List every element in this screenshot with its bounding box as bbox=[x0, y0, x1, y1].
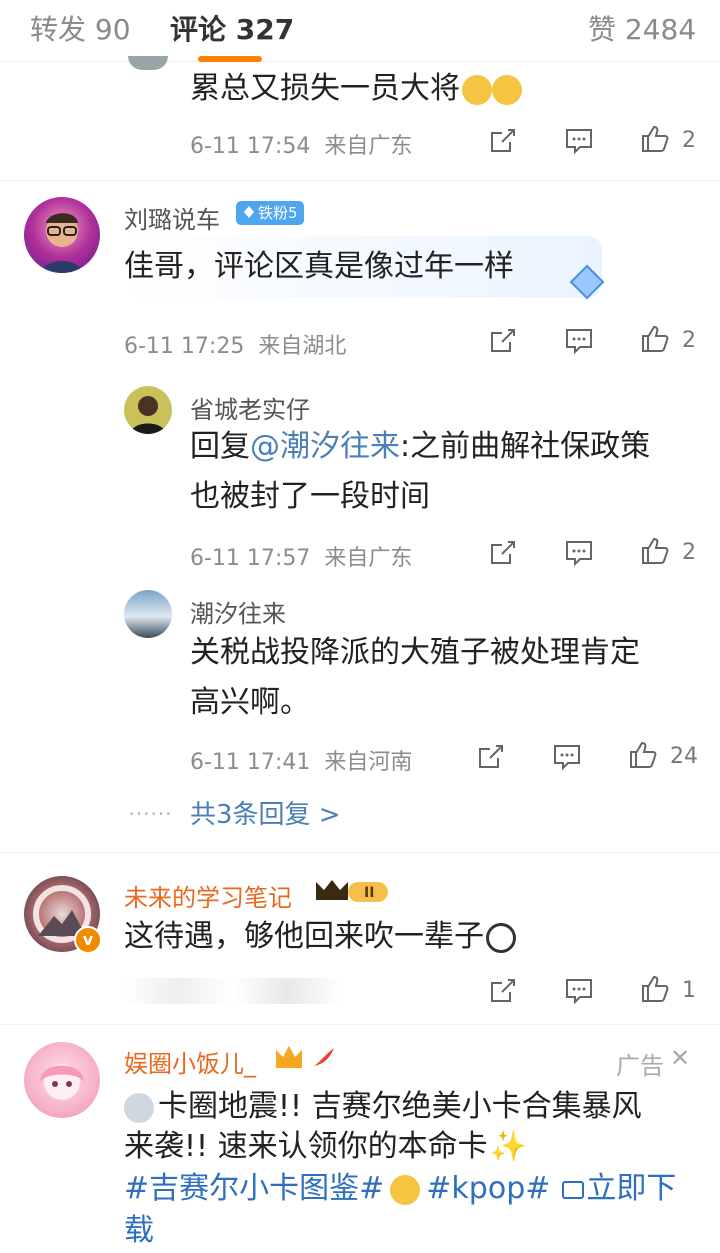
avatar[interactable] bbox=[24, 1042, 100, 1118]
more-replies-link[interactable]: 共3条回复 > bbox=[190, 794, 341, 831]
like-count: 1 bbox=[682, 978, 696, 1003]
username[interactable]: 娱圈小饭儿_ bbox=[124, 1044, 256, 1079]
tab-comments[interactable]: 评论 327 bbox=[170, 8, 294, 48]
comment-icon[interactable] bbox=[564, 976, 594, 1006]
download-icon bbox=[562, 1180, 585, 1199]
share-icon[interactable] bbox=[488, 126, 518, 156]
share-icon[interactable] bbox=[488, 976, 518, 1006]
tab-likes[interactable]: 赞 2484 bbox=[588, 8, 696, 48]
username[interactable]: 刘璐说车 bbox=[124, 200, 220, 235]
user-avatar-illustration-icon bbox=[42, 213, 82, 273]
diamond-sticker-icon bbox=[569, 264, 605, 300]
reply-meta: 6-11 17:57 来自广东 bbox=[190, 546, 413, 571]
share-icon[interactable] bbox=[488, 538, 518, 568]
like-count: 2 bbox=[682, 540, 696, 565]
avatar[interactable] bbox=[124, 590, 172, 638]
username[interactable]: 潮汐往来 bbox=[190, 594, 286, 629]
like-icon[interactable] bbox=[640, 974, 670, 1004]
download-link-line2[interactable]: 载 bbox=[124, 1206, 154, 1253]
username[interactable]: 未来的学习笔记 bbox=[124, 878, 292, 913]
comment-icon[interactable] bbox=[564, 538, 594, 568]
active-tab-indicator bbox=[198, 56, 262, 62]
crying-emoji-icon bbox=[462, 74, 492, 105]
heart-eyes-emoji-icon bbox=[390, 1174, 421, 1205]
comment-icon[interactable] bbox=[564, 326, 594, 356]
like-icon[interactable] bbox=[640, 124, 670, 154]
user-avatar-photo-icon bbox=[130, 396, 166, 434]
comment-meta: 6-11 17:25 来自湖北 bbox=[124, 334, 347, 359]
anime-girl-avatar-icon bbox=[40, 1064, 84, 1100]
avatar[interactable] bbox=[24, 197, 100, 273]
avatar[interactable] bbox=[124, 386, 172, 434]
username[interactable]: 省城老实仔 bbox=[190, 390, 310, 425]
verified-badge-icon: v bbox=[74, 926, 102, 954]
hashtag-link[interactable]: #kpop# bbox=[426, 1171, 550, 1206]
reply-text: 回复@潮汐往来:之前曲解社保政策 bbox=[190, 429, 651, 464]
comment-text: 这待遇，够他回来吹一辈子 bbox=[124, 912, 516, 962]
like-count: 24 bbox=[670, 744, 698, 769]
like-count: 2 bbox=[682, 128, 696, 153]
share-icon[interactable] bbox=[488, 326, 518, 356]
blurred-meta bbox=[124, 978, 342, 1004]
comment-icon[interactable] bbox=[552, 742, 582, 772]
crying-emoji-icon bbox=[492, 74, 522, 105]
ad-tags: #吉赛尔小卡图鉴# #kpop# 立即下 bbox=[124, 1164, 676, 1214]
svg-text:II: II bbox=[364, 885, 374, 901]
like-icon[interactable] bbox=[640, 324, 670, 354]
comment-text: 佳哥，评论区真是像过年一样 bbox=[124, 249, 514, 284]
diamond-icon bbox=[244, 206, 254, 218]
vip-crown-icon bbox=[276, 1046, 334, 1068]
reply-meta: 6-11 17:41 来自河南 bbox=[190, 750, 413, 775]
comment-icon[interactable] bbox=[564, 126, 594, 156]
divider bbox=[0, 180, 720, 181]
vip-crown-badge-icon: II bbox=[316, 880, 388, 902]
divider bbox=[0, 852, 720, 853]
more-dots: …… bbox=[128, 796, 172, 821]
hashtag-link[interactable]: #吉赛尔小卡图鉴# bbox=[124, 1171, 384, 1206]
close-ad-icon[interactable]: ✕ bbox=[670, 1044, 690, 1072]
panda-emoji-icon bbox=[486, 922, 516, 953]
like-icon[interactable] bbox=[640, 536, 670, 566]
reply-text-line2: 高兴啊。 bbox=[190, 685, 310, 720]
download-link[interactable]: 立即下 bbox=[562, 1171, 676, 1206]
reply-text: 关税战投降派的大殖子被处理肯定 bbox=[190, 635, 640, 670]
tornado-icon bbox=[124, 1092, 154, 1123]
reply-text-line2: 也被封了一段时间 bbox=[190, 479, 430, 514]
divider bbox=[0, 1024, 720, 1025]
ad-label: 广告 bbox=[616, 1052, 664, 1080]
like-count: 2 bbox=[682, 328, 696, 353]
comment-meta: 6-11 17:54 来自广东 bbox=[190, 134, 413, 159]
like-icon[interactable] bbox=[628, 740, 658, 770]
sparkles-icon: ✨ bbox=[489, 1129, 527, 1164]
comment-tabs: 转发 90 评论 327 赞 2484 bbox=[0, 0, 720, 62]
avatar[interactable] bbox=[128, 56, 168, 70]
mention-link[interactable]: @潮汐往来 bbox=[250, 429, 400, 464]
share-icon[interactable] bbox=[476, 742, 506, 772]
comment-text: 累总又损失一员大将 bbox=[190, 64, 522, 114]
tab-repost[interactable]: 转发 90 bbox=[30, 8, 131, 48]
